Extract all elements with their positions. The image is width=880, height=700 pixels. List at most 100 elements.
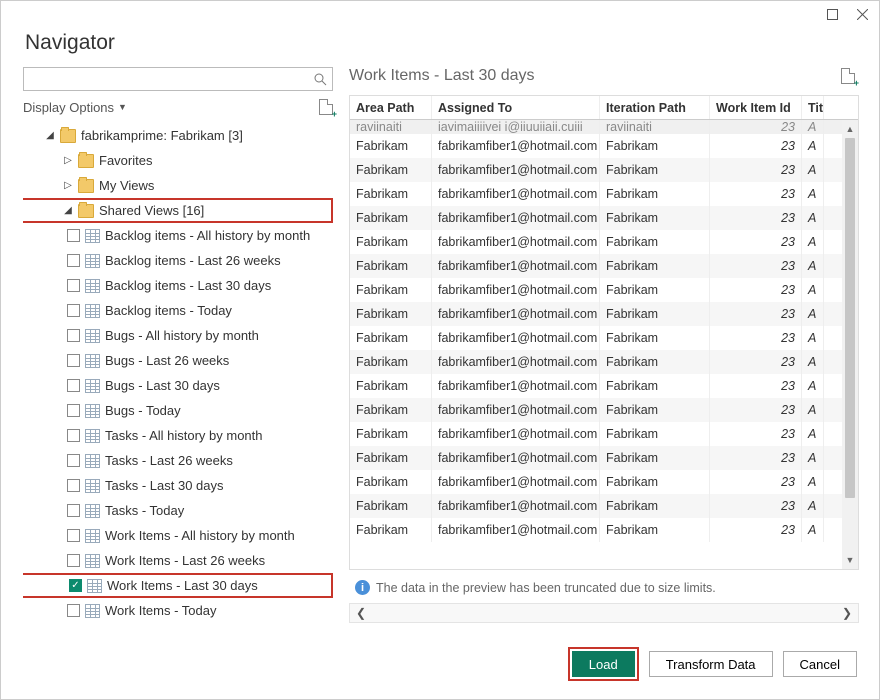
- col-iteration-path[interactable]: Iteration Path: [600, 96, 710, 119]
- tree-item[interactable]: Bugs - Last 26 weeks: [23, 348, 333, 373]
- tree-item[interactable]: Backlog items - Today: [23, 298, 333, 323]
- col-work-item-id[interactable]: Work Item Id: [710, 96, 802, 119]
- checkbox[interactable]: [67, 379, 80, 392]
- table-row[interactable]: raviinaitiiavimaiiiivei i@iiuuiiaii.cuii…: [350, 120, 858, 134]
- maximize-icon[interactable]: [821, 3, 843, 25]
- table-row[interactable]: Fabrikamfabrikamfiber1@hotmail.comFabrik…: [350, 470, 858, 494]
- tree-item[interactable]: Bugs - Last 30 days: [23, 373, 333, 398]
- cell-assigned-to: fabrikamfiber1@hotmail.com: [432, 446, 600, 470]
- expand-icon[interactable]: ▷: [63, 180, 73, 191]
- search-box[interactable]: [23, 67, 333, 91]
- tree-root-label: fabrikamprime: Fabrikam [3]: [81, 128, 243, 143]
- tree-item-label: Bugs - Last 26 weeks: [105, 353, 229, 368]
- search-input[interactable]: [24, 72, 308, 87]
- cell-assigned-to: fabrikamfiber1@hotmail.com: [432, 374, 600, 398]
- tree-item[interactable]: Backlog items - All history by month: [23, 223, 333, 248]
- cell-assigned-to: fabrikamfiber1@hotmail.com: [432, 302, 600, 326]
- search-icon[interactable]: [308, 73, 332, 86]
- checkbox[interactable]: [67, 229, 80, 242]
- cell-work-item-id: 23: [710, 422, 802, 446]
- cell-work-item-id: 23: [710, 302, 802, 326]
- add-preview-icon[interactable]: [841, 68, 855, 84]
- load-button[interactable]: Load: [572, 651, 635, 677]
- transform-data-button[interactable]: Transform Data: [649, 651, 773, 677]
- cell-work-item-id: 23: [710, 278, 802, 302]
- checkbox[interactable]: [67, 329, 80, 342]
- tree-favorites[interactable]: ▷ Favorites: [23, 148, 333, 173]
- cell-iteration-path: Fabrikam: [600, 518, 710, 542]
- collapse-icon[interactable]: ◢: [63, 205, 73, 216]
- cell-work-item-id: 23: [710, 254, 802, 278]
- col-assigned-to[interactable]: Assigned To: [432, 96, 600, 119]
- tree-myviews[interactable]: ▷ My Views: [23, 173, 333, 198]
- tree-item[interactable]: Tasks - All history by month: [23, 423, 333, 448]
- display-options-label: Display Options: [23, 100, 114, 115]
- table-row[interactable]: Fabrikamfabrikamfiber1@hotmail.comFabrik…: [350, 206, 858, 230]
- checkbox[interactable]: [67, 279, 80, 292]
- footer: Load Transform Data Cancel: [1, 633, 879, 699]
- col-area-path[interactable]: Area Path: [350, 96, 432, 119]
- col-title[interactable]: Title: [802, 96, 824, 119]
- checkbox[interactable]: [67, 429, 80, 442]
- tree-item[interactable]: Backlog items - Last 26 weeks: [23, 248, 333, 273]
- table-row[interactable]: Fabrikamfabrikamfiber1@hotmail.comFabrik…: [350, 326, 858, 350]
- scroll-thumb[interactable]: [845, 138, 855, 498]
- table-row[interactable]: Fabrikamfabrikamfiber1@hotmail.comFabrik…: [350, 422, 858, 446]
- checkbox[interactable]: [67, 404, 80, 417]
- tree-item[interactable]: Work Items - Today: [23, 598, 333, 623]
- vertical-scrollbar[interactable]: ▲ ▼: [842, 120, 858, 569]
- tree-item[interactable]: Backlog items - Last 30 days: [23, 273, 333, 298]
- table-row[interactable]: Fabrikamfabrikamfiber1@hotmail.comFabrik…: [350, 398, 858, 422]
- checkbox[interactable]: [67, 479, 80, 492]
- tree-item-label: Backlog items - Last 30 days: [105, 278, 271, 293]
- checkbox[interactable]: [67, 504, 80, 517]
- table-row[interactable]: Fabrikamfabrikamfiber1@hotmail.comFabrik…: [350, 134, 858, 158]
- table-row[interactable]: Fabrikamfabrikamfiber1@hotmail.comFabrik…: [350, 494, 858, 518]
- table-row[interactable]: Fabrikamfabrikamfiber1@hotmail.comFabrik…: [350, 518, 858, 542]
- checkbox[interactable]: [67, 604, 80, 617]
- display-options-dropdown[interactable]: Display Options ▼: [23, 100, 127, 115]
- cell-work-item-id: 23: [710, 326, 802, 350]
- table-row[interactable]: Fabrikamfabrikamfiber1@hotmail.comFabrik…: [350, 302, 858, 326]
- checkbox[interactable]: [67, 454, 80, 467]
- tree-item[interactable]: Work Items - Last 26 weeks: [23, 548, 333, 573]
- table-row[interactable]: Fabrikamfabrikamfiber1@hotmail.comFabrik…: [350, 182, 858, 206]
- checkbox[interactable]: [67, 354, 80, 367]
- checkbox[interactable]: [67, 554, 80, 567]
- table-row[interactable]: Fabrikamfabrikamfiber1@hotmail.comFabrik…: [350, 230, 858, 254]
- checkbox[interactable]: [67, 304, 80, 317]
- cell-assigned-to: fabrikamfiber1@hotmail.com: [432, 230, 600, 254]
- tree-item[interactable]: Tasks - Today: [23, 498, 333, 523]
- refresh-icon[interactable]: [319, 99, 333, 115]
- table-row[interactable]: Fabrikamfabrikamfiber1@hotmail.comFabrik…: [350, 254, 858, 278]
- table-row[interactable]: Fabrikamfabrikamfiber1@hotmail.comFabrik…: [350, 158, 858, 182]
- checkbox[interactable]: [67, 529, 80, 542]
- cell-area-path: Fabrikam: [350, 398, 432, 422]
- table-row[interactable]: Fabrikamfabrikamfiber1@hotmail.comFabrik…: [350, 446, 858, 470]
- horizontal-scrollbar[interactable]: ❮ ❯: [349, 603, 859, 623]
- cell-assigned-to: fabrikamfiber1@hotmail.com: [432, 470, 600, 494]
- checkbox[interactable]: ✓: [69, 579, 82, 592]
- cell-work-item-id: 23: [710, 494, 802, 518]
- tree-item[interactable]: Tasks - Last 26 weeks: [23, 448, 333, 473]
- table-row[interactable]: Fabrikamfabrikamfiber1@hotmail.comFabrik…: [350, 278, 858, 302]
- grid-header: Area Path Assigned To Iteration Path Wor…: [350, 96, 858, 120]
- tree-item[interactable]: Bugs - All history by month: [23, 323, 333, 348]
- scroll-right-icon[interactable]: ❯: [842, 606, 852, 620]
- scroll-down-icon[interactable]: ▼: [846, 553, 855, 567]
- close-icon[interactable]: [851, 3, 873, 25]
- expand-icon[interactable]: ▷: [63, 155, 73, 166]
- collapse-icon[interactable]: ◢: [45, 130, 55, 141]
- tree-root[interactable]: ◢ fabrikamprime: Fabrikam [3]: [23, 123, 333, 148]
- checkbox[interactable]: [67, 254, 80, 267]
- tree-item[interactable]: Work Items - All history by month: [23, 523, 333, 548]
- cancel-button[interactable]: Cancel: [783, 651, 857, 677]
- tree-item[interactable]: Bugs - Today: [23, 398, 333, 423]
- table-row[interactable]: Fabrikamfabrikamfiber1@hotmail.comFabrik…: [350, 350, 858, 374]
- scroll-up-icon[interactable]: ▲: [846, 122, 855, 136]
- tree-item[interactable]: Tasks - Last 30 days: [23, 473, 333, 498]
- tree-sharedviews[interactable]: ◢ Shared Views [16]: [23, 198, 333, 223]
- table-row[interactable]: Fabrikamfabrikamfiber1@hotmail.comFabrik…: [350, 374, 858, 398]
- scroll-left-icon[interactable]: ❮: [356, 606, 366, 620]
- tree-item[interactable]: ✓Work Items - Last 30 days: [23, 573, 333, 598]
